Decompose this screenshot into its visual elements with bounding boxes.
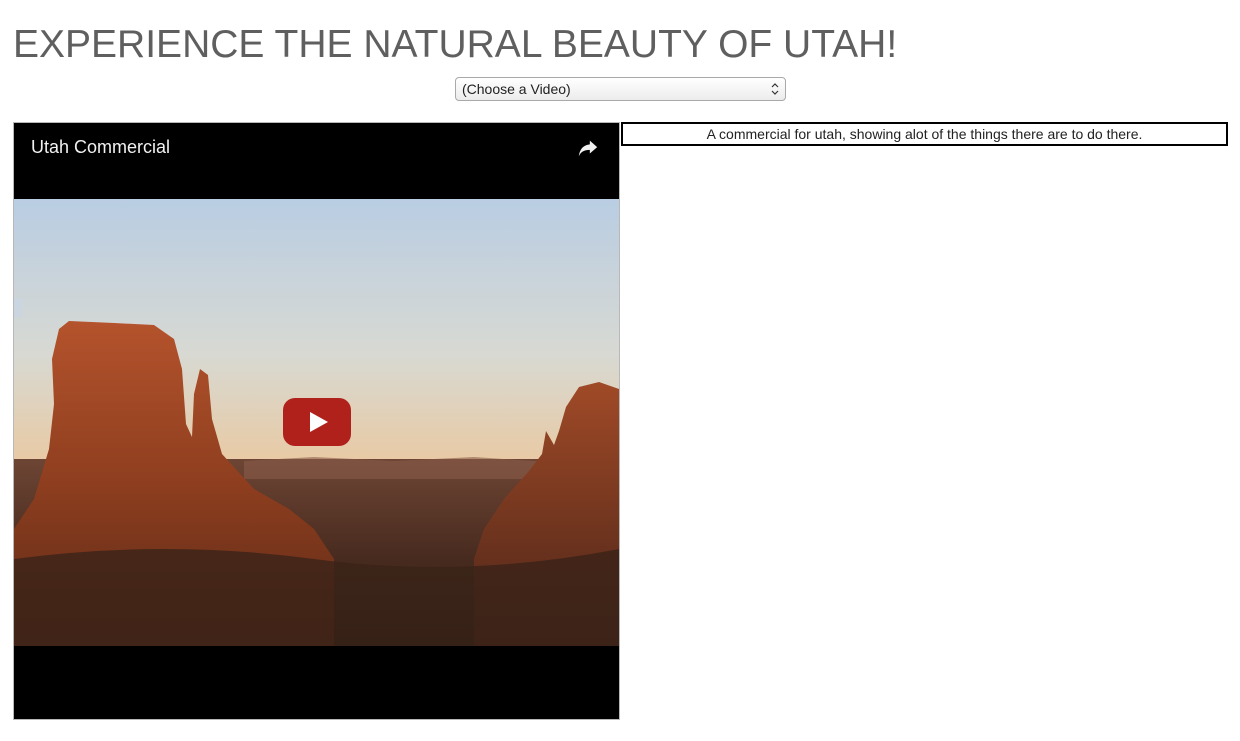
video-title[interactable]: Utah Commercial bbox=[31, 135, 170, 159]
play-icon[interactable] bbox=[283, 398, 351, 446]
share-icon[interactable] bbox=[577, 137, 599, 159]
video-select-dropdown[interactable]: (Choose a Video) bbox=[455, 77, 786, 101]
video-player[interactable]: Utah Commercial bbox=[13, 122, 620, 720]
page-title: EXPERIENCE THE NATURAL BEAUTY OF UTAH! bbox=[13, 23, 898, 66]
video-select-value: (Choose a Video) bbox=[462, 81, 571, 97]
video-description: A commercial for utah, showing alot of t… bbox=[621, 122, 1228, 146]
select-arrows-icon bbox=[771, 83, 779, 95]
